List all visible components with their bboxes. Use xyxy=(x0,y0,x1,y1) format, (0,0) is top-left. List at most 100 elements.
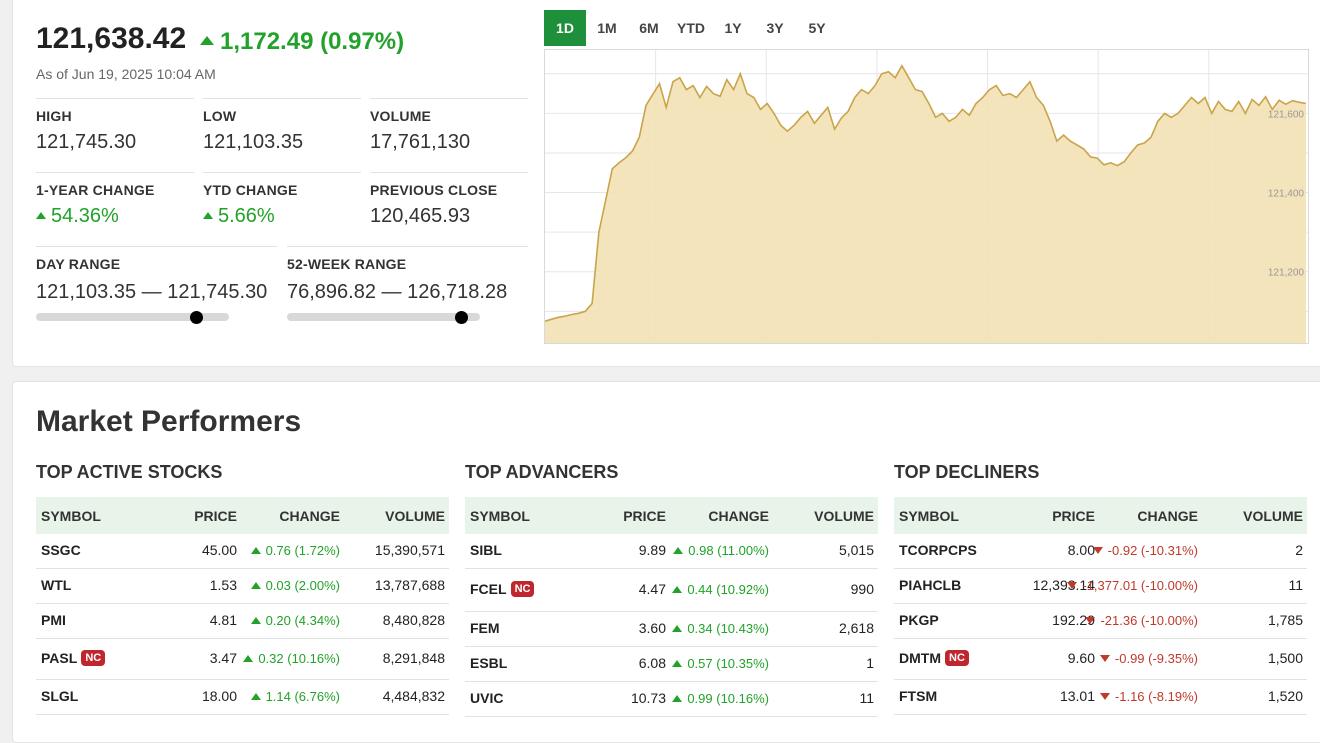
column-header-symbol[interactable]: SYMBOL xyxy=(470,508,530,524)
table-row[interactable]: PASL NC 3.47 0.32 (10.16%) 8,291,848 xyxy=(36,639,449,680)
y-tick-label: 121,200 xyxy=(1268,268,1305,279)
symbol-cell[interactable]: SLGL xyxy=(41,688,78,704)
tab-1d[interactable]: 1D xyxy=(544,10,586,46)
top-decliners-table: SYMBOL PRICE CHANGE VOLUME TCORPCPS 8.00 -0.92… xyxy=(894,497,1307,715)
change-cell: -0.92 (-10.31%) xyxy=(1092,543,1198,558)
symbol-cell[interactable]: ESBL xyxy=(470,655,507,671)
change-text: 0.03 (2.00%) xyxy=(265,578,340,593)
table-row[interactable]: FCEL NC 4.47 0.44 (10.92%) 990 xyxy=(465,569,878,612)
volume-cell: 4,484,832 xyxy=(382,688,445,704)
table-row[interactable]: FEM 3.60 0.34 (10.43%) 2,618 xyxy=(465,612,878,647)
symbol-text[interactable]: FEM xyxy=(470,620,500,636)
symbol-cell[interactable]: TCORPCPS xyxy=(899,542,977,558)
divider xyxy=(36,98,194,99)
column-header-volume[interactable]: VOLUME xyxy=(385,508,445,524)
table-row[interactable]: ESBL 6.08 0.57 (10.35%) 1 xyxy=(465,647,878,682)
symbol-text[interactable]: TCORPCPS xyxy=(899,542,977,558)
symbol-cell[interactable]: PKGP xyxy=(899,612,939,628)
column-header-change[interactable]: CHANGE xyxy=(1137,508,1198,524)
volume-cell: 5,015 xyxy=(838,542,874,558)
volume-cell: 11 xyxy=(859,690,874,706)
table-row[interactable]: FTSM 13.01 -1.16 (-8.19%) 1,520 xyxy=(894,680,1307,715)
symbol-cell[interactable]: DMTM NC xyxy=(899,650,969,667)
table-row[interactable]: PIAHCLB 12,393.14 -1,377.01 (-10.00%) 11 xyxy=(894,569,1307,604)
symbol-text[interactable]: WTL xyxy=(41,577,71,593)
table-row[interactable]: SIBL 9.89 0.98 (11.00%) 5,015 xyxy=(465,534,878,569)
symbol-cell[interactable]: UVIC xyxy=(470,690,503,706)
high-label: HIGH xyxy=(36,108,72,124)
symbol-text[interactable]: ESBL xyxy=(470,655,507,671)
tab-1y[interactable]: 1Y xyxy=(712,10,754,46)
top-advancers-table: SYMBOL PRICE CHANGE VOLUME SIBL 9.89 0.98 (11.… xyxy=(465,497,878,717)
week52-range-value: 76,896.82 — 126,718.28 xyxy=(287,281,508,303)
column-header-price[interactable]: PRICE xyxy=(623,508,666,524)
table-row[interactable]: TCORPCPS 8.00 -0.92 (-10.31%) 2 xyxy=(894,534,1307,569)
column-header-volume[interactable]: VOLUME xyxy=(1243,508,1303,524)
symbol-text[interactable]: PASL xyxy=(41,650,77,666)
top-decliners-title: TOP DECLINERS xyxy=(894,462,1040,482)
symbol-cell[interactable]: PASL NC xyxy=(41,650,106,667)
change-cell: 0.76 (1.72%) xyxy=(250,543,340,558)
change-text: -1,377.01 (-10.00%) xyxy=(1082,578,1198,593)
symbol-cell[interactable]: FTSM xyxy=(899,688,937,704)
symbol-cell[interactable]: FEM xyxy=(470,620,500,636)
tab-6m[interactable]: 6M xyxy=(628,10,670,46)
symbol-text[interactable]: PIAHCLB xyxy=(899,577,961,593)
column-header-price[interactable]: PRICE xyxy=(194,508,237,524)
symbol-text[interactable]: DMTM xyxy=(899,650,941,666)
up-arrow-icon xyxy=(250,617,261,625)
one-year-change-text: 54.36% xyxy=(51,205,119,227)
top-advancers-title: TOP ADVANCERS xyxy=(465,462,619,482)
column-header-volume[interactable]: VOLUME xyxy=(814,508,874,524)
price-cell: 4.47 xyxy=(638,581,666,597)
volume-cell: 990 xyxy=(850,581,874,597)
down-arrow-icon xyxy=(1099,655,1110,663)
price-cell: 9.60 xyxy=(1067,650,1095,666)
table-row[interactable]: PMI 4.81 0.20 (4.34%) 8,480,828 xyxy=(36,604,449,639)
table-row[interactable]: SSGC 45.00 0.76 (1.72%) 15,390,571 xyxy=(36,534,449,569)
symbol-cell[interactable]: PMI xyxy=(41,612,66,628)
up-arrow-icon xyxy=(250,693,261,701)
symbol-text[interactable]: SLGL xyxy=(41,688,78,704)
column-header-symbol[interactable]: SYMBOL xyxy=(41,508,101,524)
table-row[interactable]: DMTM NC 9.60 -0.99 (-9.35%) 1,500 xyxy=(894,639,1307,680)
table-row[interactable]: SLGL 18.00 1.14 (6.76%) 4,484,832 xyxy=(36,680,449,715)
symbol-text[interactable]: FCEL xyxy=(470,581,507,597)
symbol-text[interactable]: SIBL xyxy=(470,542,502,558)
tab-1m[interactable]: 1M xyxy=(586,10,628,46)
symbol-cell[interactable]: PIAHCLB xyxy=(899,577,961,593)
change-text: 0.44 (10.92%) xyxy=(687,582,769,597)
symbol-text[interactable]: UVIC xyxy=(470,690,503,706)
divider xyxy=(203,172,361,173)
change-text: 0.99 (10.16%) xyxy=(687,691,769,706)
symbol-text[interactable]: PKGP xyxy=(899,612,939,628)
column-header-change[interactable]: CHANGE xyxy=(708,508,769,524)
symbol-text[interactable]: PMI xyxy=(41,612,66,628)
table-row[interactable]: PKGP 192.29 -21.36 (-10.00%) 1,785 xyxy=(894,604,1307,639)
week52-range-label: 52-WEEK RANGE xyxy=(287,256,407,272)
change-cell: -1,377.01 (-10.00%) xyxy=(1067,578,1198,593)
symbol-cell[interactable]: WTL xyxy=(41,577,71,593)
symbol-cell[interactable]: FCEL NC xyxy=(470,581,535,598)
column-header-price[interactable]: PRICE xyxy=(1052,508,1095,524)
symbol-text[interactable]: FTSM xyxy=(899,688,937,704)
change-cell: 1.14 (6.76%) xyxy=(250,689,340,704)
symbol-text[interactable]: SSGC xyxy=(41,542,81,558)
column-header-symbol[interactable]: SYMBOL xyxy=(899,508,959,524)
price-cell: 3.60 xyxy=(638,620,666,636)
change-cell: -0.99 (-9.35%) xyxy=(1099,651,1198,666)
table-row[interactable]: UVIC 10.73 0.99 (10.16%) 11 xyxy=(465,682,878,717)
tab-ytd[interactable]: YTD xyxy=(670,10,712,46)
index-chart[interactable]: 121,200 121,400 121,600 xyxy=(544,49,1309,344)
up-arrow-icon xyxy=(203,212,213,220)
symbol-cell[interactable]: SIBL xyxy=(470,542,502,558)
as-of-timestamp: As of Jun 19, 2025 10:04 AM xyxy=(36,66,216,82)
price-cell: 45.00 xyxy=(201,542,237,558)
tab-5y[interactable]: 5Y xyxy=(796,10,838,46)
tab-3y[interactable]: 3Y xyxy=(754,10,796,46)
table-row[interactable]: WTL 1.53 0.03 (2.00%) 13,787,688 xyxy=(36,569,449,604)
chart-area xyxy=(545,65,1306,343)
symbol-cell[interactable]: SSGC xyxy=(41,542,81,558)
divider xyxy=(36,246,277,247)
column-header-change[interactable]: CHANGE xyxy=(279,508,340,524)
